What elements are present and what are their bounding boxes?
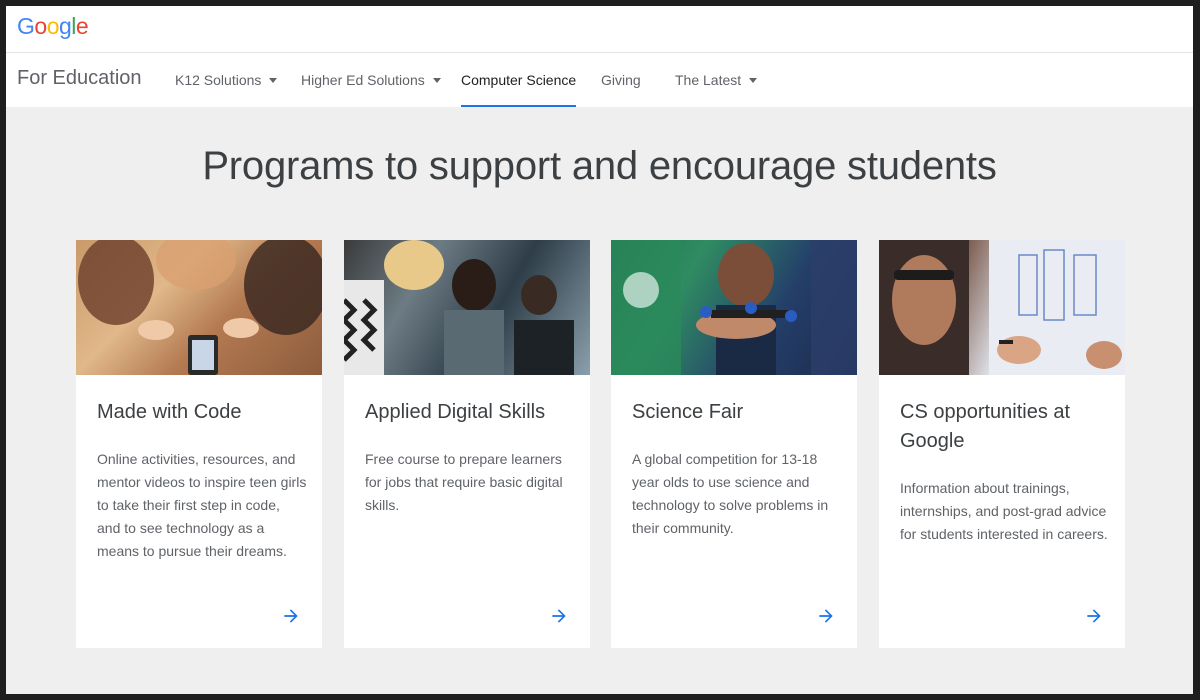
photo-illustration <box>344 240 574 375</box>
arrow-right-icon[interactable] <box>281 606 301 626</box>
nav-item-higher-ed-solutions[interactable]: Higher Ed Solutions <box>301 53 441 107</box>
card-science-fair[interactable]: Science Fair A global competition for 13… <box>611 240 857 648</box>
girls-with-tablet-photo <box>76 240 322 375</box>
card-description: A global competition for 13-18 year olds… <box>632 451 829 536</box>
photo-illustration <box>611 240 857 375</box>
nav-item-label: Higher Ed Solutions <box>301 72 425 88</box>
students-at-laptops-photo <box>344 240 590 375</box>
card-description: Free course to prepare learners for jobs… <box>365 451 563 513</box>
logo-letter-o2: o <box>46 13 60 39</box>
page-headline: Programs to support and encourage studen… <box>202 144 997 188</box>
card-description: Information about trainings, internships… <box>900 480 1108 542</box>
top-bar: Google <box>6 6 1193 53</box>
caret-down-icon <box>269 78 278 83</box>
logo-letter-e: e <box>75 13 89 39</box>
main-nav: For Education K12 Solutions Higher Ed So… <box>6 53 1193 107</box>
nav-item-label: K12 Solutions <box>175 72 262 88</box>
card-made-with-code[interactable]: Made with Code Online activities, resour… <box>76 240 322 648</box>
nav-item-label: Giving <box>601 72 641 88</box>
page-frame: Google For Education K12 Solutions Highe… <box>6 6 1193 694</box>
arrow-right-icon[interactable] <box>816 606 836 626</box>
logo-letter-g: G <box>17 13 35 39</box>
google-logo[interactable]: Google <box>17 13 89 40</box>
caret-down-icon <box>432 78 441 83</box>
nav-item-label: Computer Science <box>461 72 577 88</box>
photo-illustration <box>78 240 322 375</box>
arrow-right-icon[interactable] <box>549 606 569 626</box>
card-title: CS opportunities at Google <box>900 401 1071 452</box>
student-holding-drone-photo <box>611 240 857 375</box>
nav-item-k12-solutions[interactable]: K12 Solutions <box>175 53 278 107</box>
photo-illustration <box>879 240 1125 375</box>
nav-item-giving[interactable]: Giving <box>601 53 641 107</box>
logo-letter-g2: g <box>58 13 72 39</box>
logo-letter-o1: o <box>34 13 47 39</box>
caret-down-icon <box>749 78 758 83</box>
brand-title[interactable]: For Education <box>17 67 142 90</box>
nav-item-the-latest[interactable]: The Latest <box>675 53 758 107</box>
nav-item-label: The Latest <box>675 72 742 88</box>
card-applied-digital-skills[interactable]: Applied Digital Skills Free course to pr… <box>344 240 590 648</box>
arrow-right-icon[interactable] <box>1084 606 1104 626</box>
card-title: Applied Digital Skills <box>365 401 546 423</box>
card-title: Science Fair <box>632 401 744 423</box>
card-description: Online activities, resources, and mentor… <box>97 451 307 559</box>
nav-item-computer-science[interactable]: Computer Science <box>461 53 577 107</box>
student-at-whiteboard-photo <box>879 240 1125 375</box>
card-cs-opportunities[interactable]: CS opportunities at Google Information a… <box>879 240 1125 648</box>
card-title: Made with Code <box>97 401 242 423</box>
